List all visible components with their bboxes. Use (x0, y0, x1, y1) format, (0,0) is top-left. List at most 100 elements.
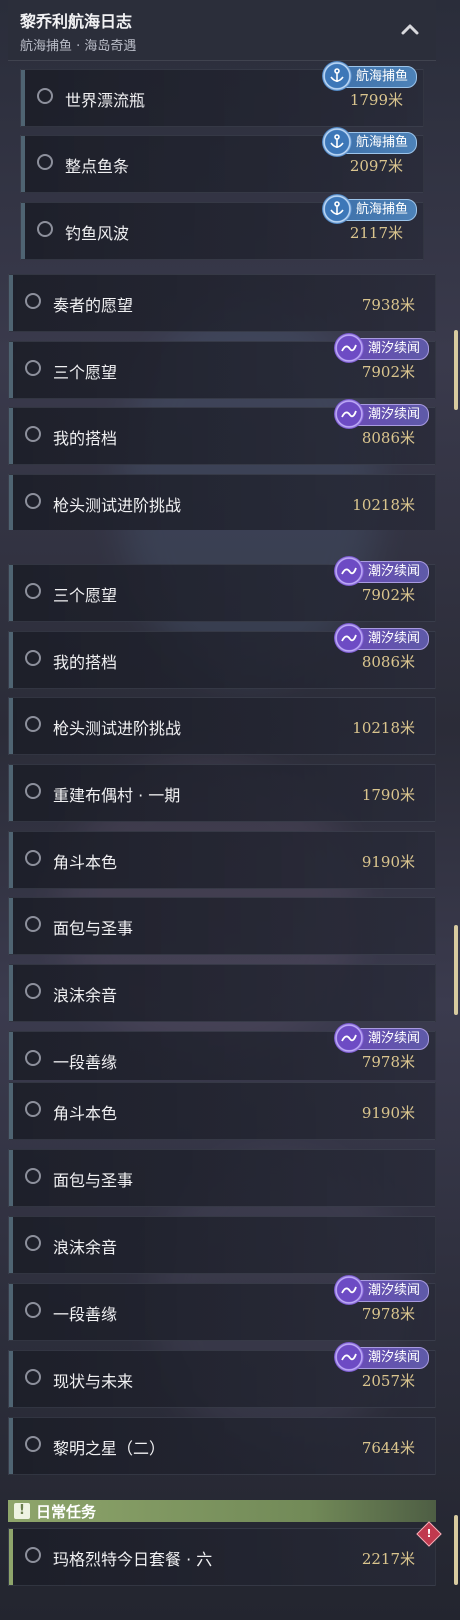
wave-icon (333, 1023, 364, 1053)
tag-label: 航海捕鱼 (355, 135, 408, 150)
checkbox-circle[interactable] (25, 1101, 41, 1117)
wave-icon (333, 1342, 364, 1372)
quest-row[interactable]: 一段善缘 7978米 潮汐续闻 (8, 1275, 436, 1341)
daily-tasks-header[interactable]: ! 日常任务 (8, 1500, 436, 1522)
row-accent-bar (9, 475, 13, 530)
quest-row[interactable]: 浪沫余音 (8, 1216, 436, 1274)
quest-name: 浪沫余音 (53, 986, 118, 1005)
checkbox-circle[interactable] (25, 1168, 41, 1184)
quest-row[interactable]: 世界漂流瓶 1799米 航海捕鱼 (20, 61, 424, 127)
checkbox-circle[interactable] (37, 221, 53, 237)
quest-name: 钓鱼风波 (65, 224, 130, 243)
tide-tag: 潮汐续闻 (333, 1023, 429, 1053)
checkbox-circle[interactable] (25, 650, 41, 666)
row-accent-bar (21, 70, 25, 126)
quest-name: 黎明之星（二） (53, 1439, 166, 1458)
tag-label: 航海捕鱼 (355, 69, 408, 84)
tag-label: 航海捕鱼 (355, 202, 408, 217)
quest-row[interactable]: 重建布偶村 · 一期 1790米 (8, 764, 436, 822)
checkbox-circle[interactable] (37, 88, 53, 104)
fishing-tag: 航海捕鱼 (321, 61, 417, 91)
quest-name: 玛格烈特今日套餐 · 六 (53, 1550, 213, 1569)
quest-row[interactable]: 角斗本色 9190米 (8, 1082, 436, 1140)
quest-row[interactable]: 奏者的愿望 7938米 (8, 274, 436, 332)
row-accent-bar (21, 203, 25, 259)
row-accent-bar (9, 1351, 13, 1407)
checkbox-circle[interactable] (25, 360, 41, 376)
checkbox-circle[interactable] (25, 1547, 41, 1563)
checkbox-circle[interactable] (25, 1302, 41, 1318)
row-accent-bar (9, 965, 13, 1021)
quest-name: 三个愿望 (53, 586, 118, 605)
checkbox-circle[interactable] (25, 1436, 41, 1452)
row-accent-bar (9, 408, 13, 464)
scrollbar-thumb[interactable] (454, 925, 458, 1015)
quest-distance: 9190米 (361, 853, 415, 871)
quest-row[interactable]: 面包与圣事 (8, 897, 436, 955)
quest-name: 面包与圣事 (53, 919, 134, 938)
quest-row[interactable]: 我的搭档 8086米 潮汐续闻 (8, 623, 436, 689)
wave-icon (333, 333, 364, 363)
tide-tag: 潮汐续闻 (333, 1275, 429, 1305)
checkbox-circle[interactable] (25, 1369, 41, 1385)
checkbox-circle[interactable] (25, 1235, 41, 1251)
checkbox-circle[interactable] (25, 850, 41, 866)
checkbox-circle[interactable] (25, 426, 41, 442)
quest-row[interactable]: 枪头测试进阶挑战 10218米 (8, 697, 436, 755)
tide-tag: 潮汐续闻 (333, 333, 429, 363)
checkbox-circle[interactable] (37, 154, 53, 170)
quest-distance: 10218米 (352, 496, 415, 514)
checkbox-circle[interactable] (25, 716, 41, 732)
scrollbar-thumb[interactable] (454, 330, 458, 410)
quest-distance: 7644米 (361, 1439, 415, 1457)
quest-name: 一段善缘 (53, 1053, 118, 1072)
row-accent-bar (9, 1284, 13, 1340)
quest-row[interactable]: 整点鱼条 2097米 航海捕鱼 (20, 127, 424, 193)
checkbox-circle[interactable] (25, 493, 41, 509)
quest-name: 世界漂流瓶 (65, 91, 146, 110)
quest-name: 我的搭档 (53, 653, 118, 672)
quest-row[interactable]: 一段善缘 7978米 潮汐续闻 (8, 1023, 436, 1080)
checkbox-circle[interactable] (25, 983, 41, 999)
checkbox-circle[interactable] (25, 1050, 41, 1066)
quest-row[interactable]: 钓鱼风波 2117米 航海捕鱼 (20, 194, 424, 260)
tide-tag: 潮汐续闻 (333, 623, 429, 653)
tag-label: 潮汐续闻 (367, 564, 420, 579)
checkbox-circle[interactable] (25, 916, 41, 932)
scrollbar-thumb[interactable] (454, 1515, 458, 1585)
daily-quest-row[interactable]: 玛格烈特今日套餐 · 六 2217米 (8, 1528, 436, 1586)
checkbox-circle[interactable] (25, 293, 41, 309)
anchor-icon (321, 194, 352, 224)
tag-label: 潮汐续闻 (367, 341, 420, 356)
tag-label: 潮汐续闻 (367, 1031, 420, 1046)
row-accent-bar (9, 275, 13, 331)
quest-row[interactable]: 我的搭档 8086米 潮汐续闻 (8, 399, 436, 465)
quest-row[interactable]: 枪头测试进阶挑战 10218米 (8, 474, 436, 530)
chevron-up-icon[interactable] (398, 18, 422, 42)
quest-row[interactable]: 角斗本色 9190米 (8, 831, 436, 889)
quest-row[interactable]: 黎明之星（二） 7644米 (8, 1417, 436, 1475)
quest-name: 角斗本色 (53, 1104, 118, 1123)
row-accent-bar (9, 898, 13, 954)
quest-row[interactable]: 三个愿望 7902米 潮汐续闻 (8, 333, 436, 399)
quest-distance: 2057米 (361, 1372, 415, 1390)
page-subtitle: 航海捕鱼 · 海岛奇遇 (20, 39, 137, 54)
row-accent-bar (9, 765, 13, 821)
row-accent-bar (9, 698, 13, 754)
row-accent-bar (9, 1418, 13, 1474)
quest-row[interactable]: 三个愿望 7902米 潮汐续闻 (8, 556, 436, 622)
row-accent-bar (9, 832, 13, 888)
fishing-tag: 航海捕鱼 (321, 127, 417, 157)
checkbox-circle[interactable] (25, 783, 41, 799)
tide-tag: 潮汐续闻 (333, 399, 429, 429)
quest-row[interactable]: 现状与未来 2057米 潮汐续闻 (8, 1342, 436, 1408)
quest-row[interactable]: 面包与圣事 (8, 1149, 436, 1207)
quest-row[interactable]: 浪沫余音 (8, 964, 436, 1022)
daily-tasks-label: 日常任务 (36, 1503, 97, 1521)
quest-distance: 7902米 (361, 586, 415, 604)
quest-list-segment-3: 角斗本色 9190米 面包与圣事 浪沫余音 一段善缘 7978米 潮汐续闻 现状… (0, 1080, 460, 1498)
wave-icon (333, 399, 364, 429)
checkbox-circle[interactable] (25, 583, 41, 599)
row-accent-bar (9, 1217, 13, 1273)
fishing-tag: 航海捕鱼 (321, 194, 417, 224)
